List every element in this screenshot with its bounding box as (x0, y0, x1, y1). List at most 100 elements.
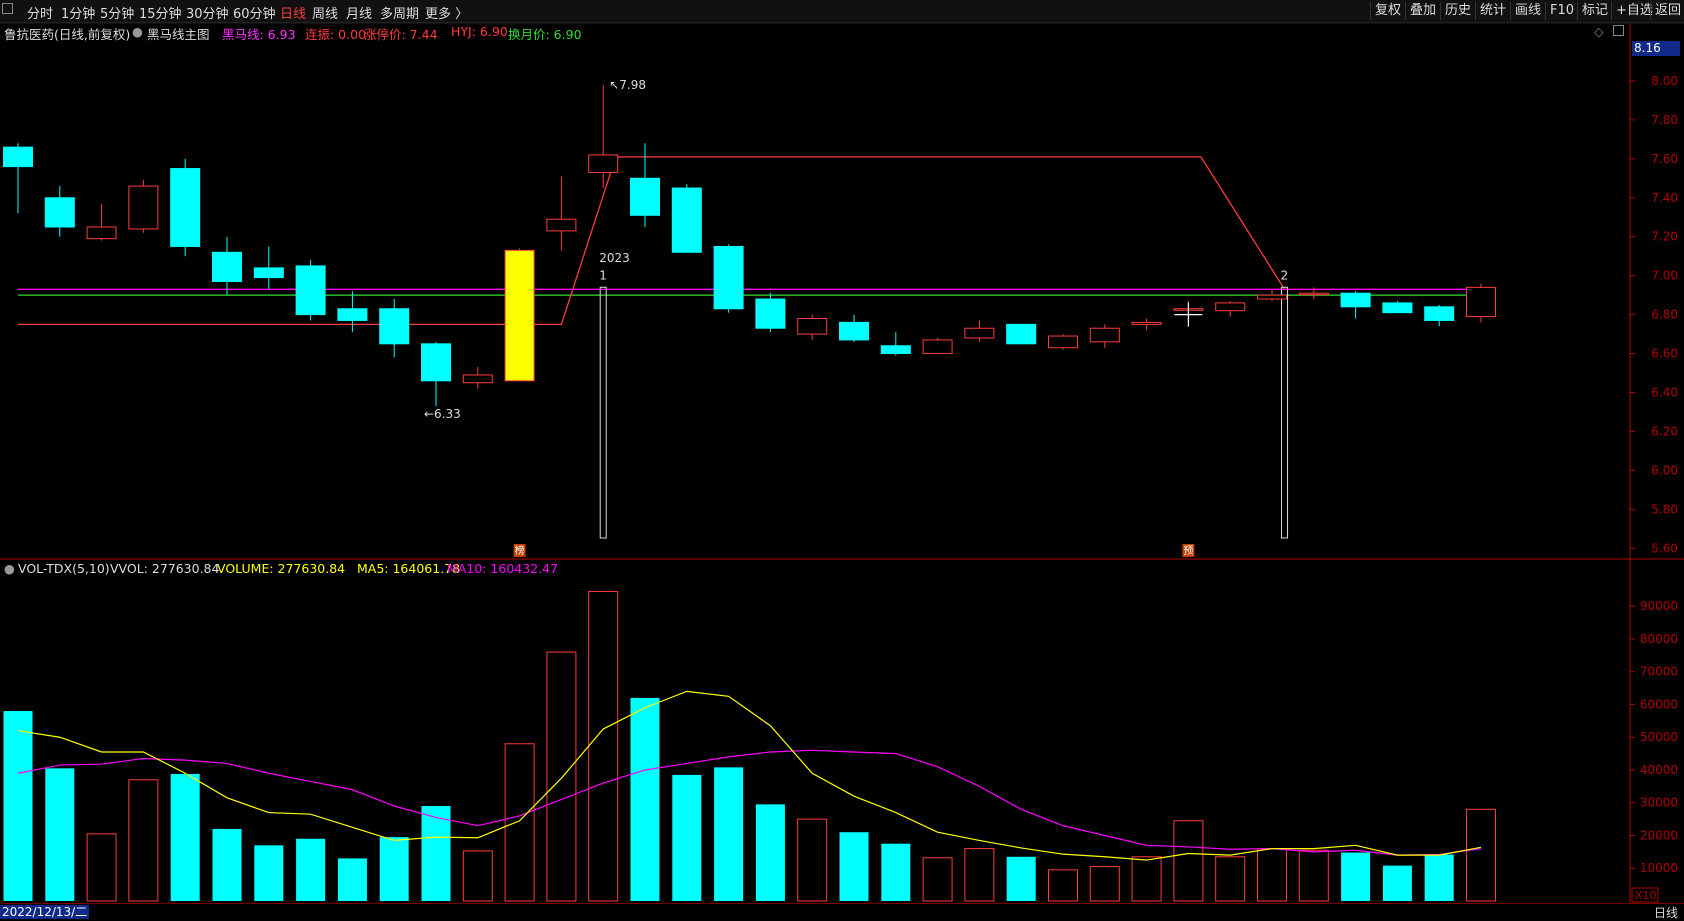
volume-tick-label: 30000 (1640, 796, 1678, 810)
top-price-label: 8.16 (1634, 41, 1661, 55)
chart-canvas: 5.60 5.80 6.00 6.20 6.40 6.60 6.80 7.00 7.20 7.40… (0, 22, 1684, 918)
volume-bar (1424, 854, 1454, 901)
volume-bar (170, 773, 200, 901)
price-tick-label: 6.40 (1651, 385, 1678, 399)
volume-bar (630, 697, 660, 901)
candle-body (253, 267, 284, 279)
price-tick-label: 8.00 (1651, 74, 1678, 88)
tab-weekly[interactable]: 周线 (312, 3, 338, 22)
candle-body (504, 249, 535, 382)
candle-body (1089, 327, 1120, 343)
stock-title: 鲁抗医药(日线,前复权) (4, 27, 131, 42)
candle-body (1340, 292, 1371, 308)
candle-body (379, 308, 410, 345)
candle-body (1215, 302, 1246, 312)
price-tick-label: 6.80 (1651, 308, 1678, 322)
volume-tick-label: 40000 (1640, 763, 1678, 777)
price-tick-label: 7.80 (1651, 113, 1678, 127)
signal-marker-label: 榜 (515, 544, 525, 557)
heima-value: 黑马线: 6.93 (222, 27, 296, 42)
indicator-name[interactable]: 黑马线主图 (147, 24, 210, 43)
volume-bar (1048, 869, 1078, 902)
mark-button[interactable]: 标记 (1577, 2, 1612, 20)
draw-button[interactable]: 画线 (1510, 2, 1545, 20)
tab-30min[interactable]: 30分钟 (186, 3, 229, 22)
volume-bar (1466, 808, 1496, 902)
volume-tick-label: 60000 (1640, 697, 1678, 711)
volume-bar (421, 806, 451, 901)
ma5-value: MA5: 164061.78 (357, 561, 461, 576)
tab-monthly[interactable]: 月线 (346, 3, 372, 22)
volume-bar (922, 857, 953, 902)
volume-bar (755, 804, 785, 901)
candle-body (212, 251, 242, 283)
low-price-annotation: ←6.33 (424, 407, 461, 421)
candle-body (713, 245, 744, 310)
volume-tick-label: 90000 (1640, 599, 1678, 613)
candle-body (1466, 286, 1496, 318)
overlay-button[interactable]: 叠加 (1405, 2, 1440, 20)
price-tick-label: 6.00 (1651, 463, 1678, 477)
candle-body (1424, 306, 1455, 321)
zhangting-value: 涨停价: 7.44 (364, 27, 438, 42)
price-tick-label: 7.20 (1651, 230, 1678, 244)
volume-bar (1173, 820, 1204, 902)
tab-fenshi[interactable]: 分时 (27, 3, 53, 22)
volume-bar (1341, 852, 1371, 901)
fuquan-button[interactable]: 复权 (1370, 2, 1405, 20)
volume-bar (1006, 856, 1036, 901)
volume-tick-label: 20000 (1640, 828, 1678, 842)
volume-bar (212, 828, 242, 901)
tab-multi-period[interactable]: 多周期 (380, 3, 419, 22)
cursor-date: 2022/12/13/二 (0, 905, 90, 919)
tab-60min[interactable]: 60分钟 (233, 3, 276, 22)
volume-bar (296, 838, 326, 901)
candle-body (964, 327, 995, 339)
indicator-settings-icon[interactable]: ● (132, 24, 143, 39)
volume-info-bar: ● VOL-TDX(5,10) VVOL: 277630.84 VOLUME: … (0, 560, 1620, 578)
back-button[interactable]: 返回 (1650, 2, 1684, 20)
volume-bar (546, 651, 577, 902)
vol-indicator-name[interactable]: VOL-TDX(5,10) (18, 561, 110, 576)
candle-body (630, 177, 660, 216)
volume-bar (45, 768, 75, 901)
volume-bar (964, 848, 995, 902)
history-button[interactable]: 历史 (1440, 2, 1475, 20)
tab-15min[interactable]: 15分钟 (139, 3, 182, 22)
price-tick-label: 5.60 (1651, 541, 1678, 555)
volume-tick-label: 10000 (1640, 861, 1678, 875)
volume-tick-label: 80000 (1640, 632, 1678, 646)
ma10-value: MA10: 160432.47 (447, 561, 559, 576)
candle-body (588, 154, 619, 173)
high-price-annotation: ↖7.98 (609, 78, 646, 92)
candle-body (1006, 323, 1037, 345)
candle-body (128, 185, 159, 230)
hyj-value: HYJ: 6.90 (451, 24, 508, 39)
tab-5min[interactable]: 5分钟 (100, 3, 134, 22)
candle-body (170, 168, 201, 247)
tab-more[interactable]: 更多 〉 (425, 3, 468, 22)
volume-bar (337, 858, 367, 901)
diamond-icon[interactable]: ◇ (1594, 24, 1604, 39)
price-tick-label: 5.80 (1651, 502, 1678, 516)
toolbar-collapse-icon[interactable] (2, 3, 13, 18)
price-tick-label: 7.60 (1651, 152, 1678, 166)
period-annotation-1: 1 (599, 269, 607, 283)
candle-body (1048, 335, 1078, 349)
lianzhen-value: 连振: 0.00 (305, 27, 367, 42)
volume-bar (839, 832, 869, 901)
volume-bar (379, 837, 409, 901)
volume-value: VOLUME: 277630.84 (217, 561, 346, 576)
tab-daily[interactable]: 日线 (280, 3, 306, 22)
f10-button[interactable]: F10 (1545, 2, 1578, 20)
price-tick-label: 7.40 (1651, 191, 1678, 205)
vol-settings-icon[interactable]: ● (4, 561, 15, 576)
main-info-bar: 鲁抗医药(日线,前复权) ● 黑马线主图 黑马线: 6.93 连振: 0.00 … (0, 23, 1624, 43)
stats-button[interactable]: 统计 (1475, 2, 1510, 20)
vertical-marker-bar (599, 286, 607, 539)
tab-1min[interactable]: 1分钟 (61, 3, 95, 22)
vvol-value: VVOL: 277630.84 (110, 561, 220, 576)
volume-bar (714, 767, 744, 901)
volume-bar (588, 590, 619, 902)
candle-body (839, 321, 869, 341)
